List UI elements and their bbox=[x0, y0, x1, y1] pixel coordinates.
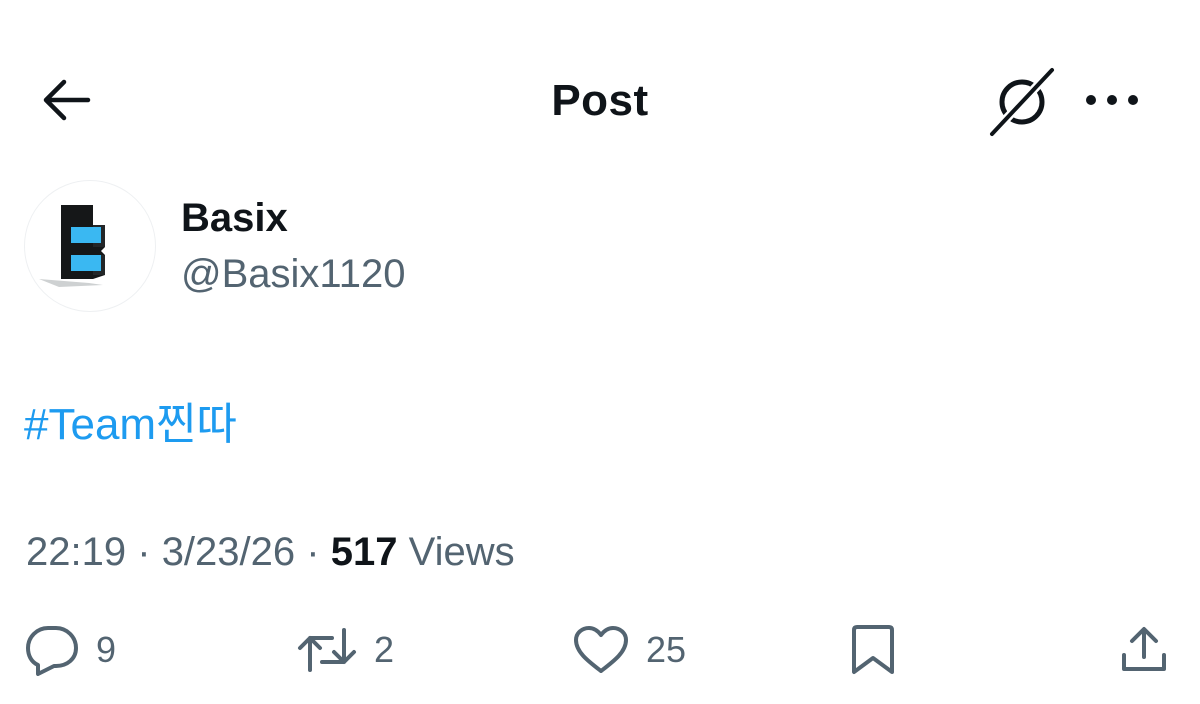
post-date[interactable]: 3/23/26 bbox=[162, 530, 295, 574]
basix-logo bbox=[39, 205, 105, 287]
meta-separator: · bbox=[306, 530, 320, 574]
like-button[interactable]: 25 bbox=[572, 612, 686, 688]
grok-button[interactable] bbox=[986, 66, 1058, 138]
author-block: Basix @Basix1120 bbox=[24, 180, 724, 314]
display-name[interactable]: Basix bbox=[181, 196, 288, 241]
grok-icon bbox=[988, 66, 1056, 138]
hashtag-link[interactable]: #Team찐따 bbox=[24, 388, 237, 452]
more-options-button[interactable] bbox=[1080, 78, 1144, 122]
avatar[interactable] bbox=[24, 180, 156, 312]
reply-icon bbox=[26, 626, 78, 676]
views-count: 517 bbox=[330, 530, 398, 574]
reply-count: 9 bbox=[96, 629, 117, 670]
heart-icon bbox=[574, 626, 628, 673]
meta-separator: · bbox=[137, 530, 151, 574]
repost-button[interactable]: 2 bbox=[296, 612, 394, 688]
reply-button[interactable]: 9 bbox=[24, 612, 116, 688]
bookmark-button[interactable] bbox=[848, 612, 898, 688]
bookmark-icon bbox=[852, 625, 894, 674]
top-bar: Post bbox=[0, 48, 1200, 152]
post-time: 22:19 bbox=[26, 530, 127, 574]
like-count: 25 bbox=[646, 629, 687, 670]
post-meta: 22:19 · 3/23/26 · 517 Views bbox=[26, 530, 515, 575]
more-horizontal-icon bbox=[1086, 95, 1138, 105]
share-button[interactable] bbox=[1118, 612, 1170, 688]
repost-count: 2 bbox=[374, 629, 395, 670]
share-icon bbox=[1122, 627, 1166, 671]
repost-icon bbox=[298, 628, 356, 672]
action-bar: 9 2 25 bbox=[0, 612, 1200, 688]
user-handle[interactable]: @Basix1120 bbox=[181, 252, 405, 297]
views-label: Views bbox=[408, 530, 515, 574]
